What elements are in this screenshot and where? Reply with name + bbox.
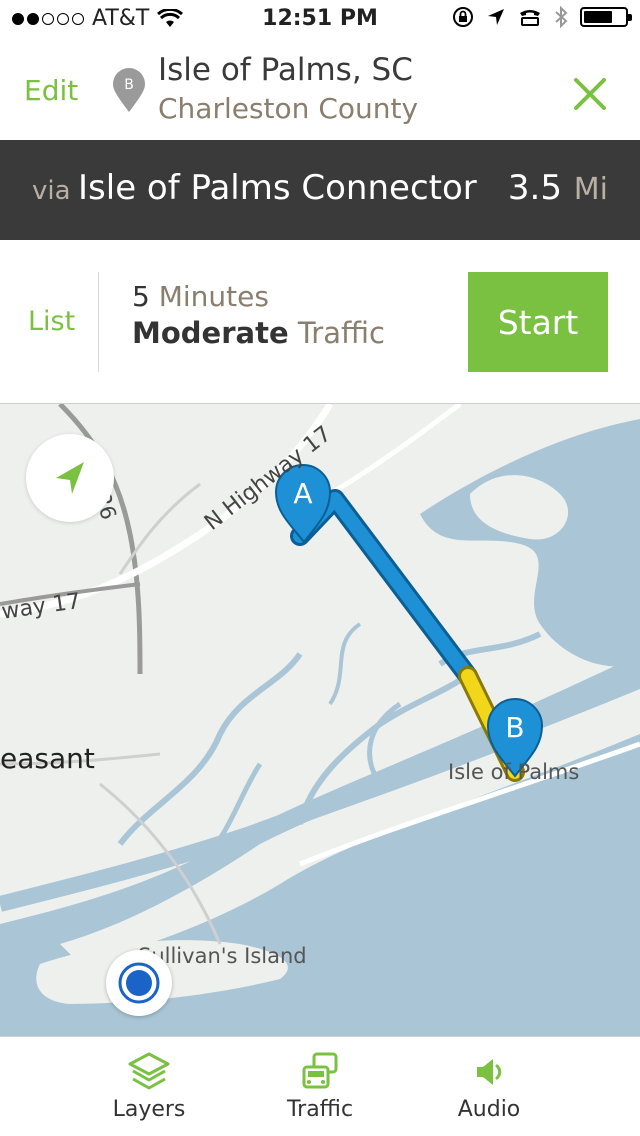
destination-county: Charleston County (158, 92, 419, 125)
bottom-tab-bar: Layers Traffic Audio (0, 1036, 640, 1136)
tab-layers[interactable]: Layers (89, 1051, 209, 1122)
layers-icon (128, 1052, 170, 1090)
via-label: via (32, 176, 71, 206)
road (328, 404, 462, 497)
via-road-name: Isle of Palms Connector (78, 168, 477, 208)
status-right (452, 6, 632, 28)
pin-letter: B (124, 77, 134, 93)
tty-icon (520, 10, 540, 26)
map-view[interactable]: A B I-526 N Highway 17 way 17 easant Isl… (0, 404, 640, 1036)
destination-pin-icon: B (113, 68, 145, 112)
route-distance-unit: Mi (573, 172, 608, 207)
edit-button[interactable]: Edit (24, 74, 78, 107)
duration: 5 Minutes (132, 280, 269, 313)
tab-traffic-label: Traffic (286, 1097, 354, 1122)
tab-audio-label: Audio (457, 1097, 521, 1122)
speaker-icon (477, 1059, 502, 1085)
current-location-marker[interactable] (106, 950, 172, 1016)
tab-audio[interactable]: Audio (429, 1051, 549, 1122)
destination-name: Isle of Palms, SC (158, 52, 413, 88)
divider (98, 272, 99, 372)
navigation-arrow-icon (56, 462, 84, 494)
creek (328, 622, 362, 706)
orientation-lock-icon (453, 7, 473, 27)
marker-b-letter: B (505, 711, 524, 744)
tab-traffic[interactable]: Traffic (260, 1051, 380, 1122)
traffic-level: Moderate (132, 316, 289, 350)
bay-water (420, 419, 640, 667)
duration-value: 5 (132, 280, 150, 313)
start-button[interactable]: Start (468, 272, 608, 372)
route-distance: 3.5 (507, 168, 562, 208)
label-mount-pleasant: easant (0, 742, 95, 775)
creek (117, 652, 303, 846)
location-dot-icon (118, 962, 160, 1004)
battery-icon (580, 7, 632, 27)
traffic-status: Moderate Traffic (132, 316, 385, 350)
traffic-word: Traffic (297, 316, 385, 350)
list-button[interactable]: List (28, 306, 75, 337)
label-isle-of-palms: Isle of Palms (448, 760, 580, 784)
traffic-icon (302, 1052, 338, 1089)
route-via-bar: via Isle of Palms Connector 3.5 Mi (0, 140, 640, 240)
duration-unit: Minutes (158, 280, 269, 313)
marker-a-letter: A (293, 477, 312, 510)
destination-header: Edit B Isle of Palms, SC Charleston Coun… (0, 40, 640, 140)
tab-layers-label: Layers (112, 1097, 186, 1122)
route-summary: List 5 Minutes Moderate Traffic Start (0, 240, 640, 404)
close-icon[interactable] (570, 74, 610, 114)
location-arrow-icon (488, 9, 504, 25)
recenter-button[interactable] (26, 434, 114, 522)
status-bar: AT&T 12:51 PM (0, 0, 640, 40)
bluetooth-icon (555, 6, 568, 28)
